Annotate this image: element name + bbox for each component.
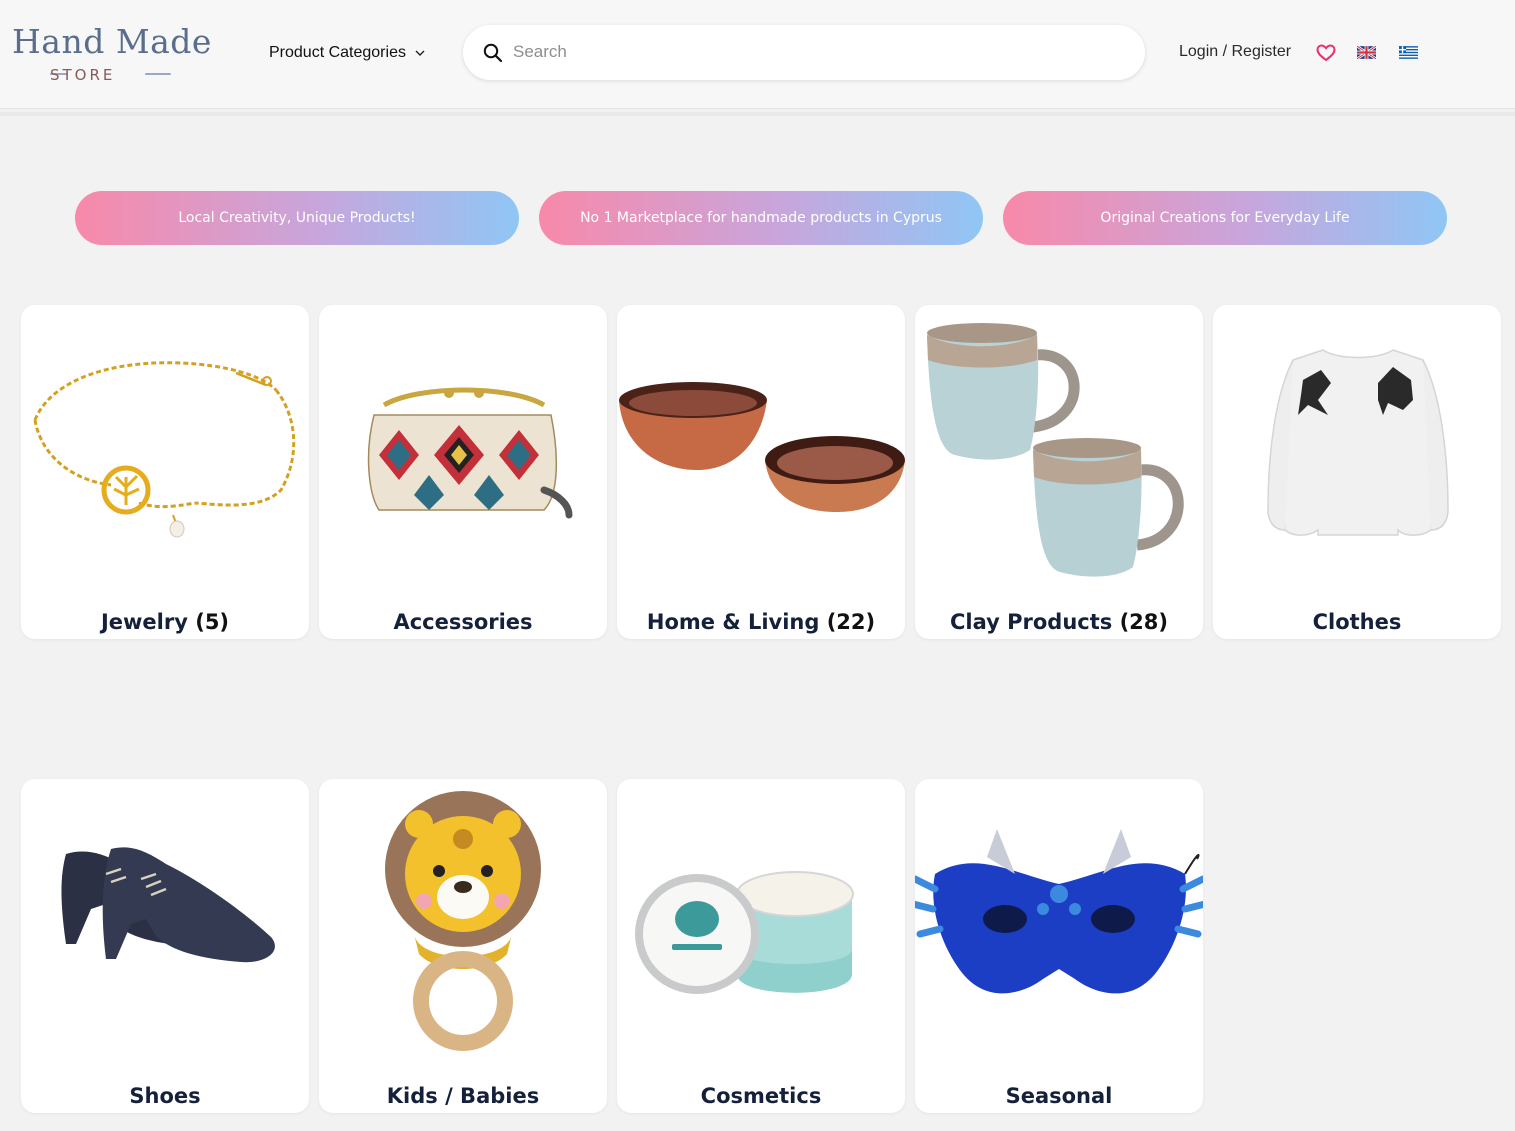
category-label: Kids / Babies	[386, 1084, 540, 1108]
tagline-pill: Original Creations for Everyday Life	[1003, 191, 1447, 245]
mugs-image	[927, 323, 1184, 577]
bowls-image	[619, 382, 905, 512]
category-label: Accessories	[393, 610, 533, 634]
search-icon	[483, 43, 503, 63]
category-card-shoes[interactable]: Shoes	[21, 779, 309, 1113]
tagline-pill: Local Creativity, Unique Products!	[75, 191, 519, 245]
category-label: Shoes	[129, 1084, 201, 1108]
lion-toy-image	[385, 791, 541, 1051]
category-label: Seasonal	[1005, 1084, 1113, 1108]
bracelet-image	[33, 361, 296, 538]
tagline-pill: No 1 Marketplace for handmade products i…	[539, 191, 983, 245]
shoes-image	[61, 847, 275, 963]
chevron-down-icon	[415, 50, 425, 56]
search-input[interactable]	[513, 37, 1113, 67]
store-logo[interactable]: Hand Made STORE	[12, 22, 212, 88]
category-card-jewelry[interactable]: Jewelry (5)	[21, 305, 309, 639]
logo-title: Hand Made	[12, 22, 212, 61]
greek-flag-icon[interactable]	[1399, 46, 1418, 59]
category-label: Cosmetics	[700, 1084, 822, 1108]
category-label: Clothes	[1312, 610, 1402, 634]
product-categories-label: Product Categories	[269, 44, 406, 61]
logo-swirl-right	[145, 73, 171, 75]
category-card-clothes[interactable]: Clothes	[1213, 305, 1501, 639]
category-label: Jewelry (5)	[100, 610, 230, 634]
sweater-image	[1267, 349, 1449, 536]
header-divider	[0, 112, 1515, 116]
category-label: Home & Living (22)	[646, 610, 876, 634]
logo-subtitle: STORE	[50, 66, 116, 84]
category-card-home-living[interactable]: Home & Living (22)	[617, 305, 905, 639]
site-header: Hand Made STORE Product Categories Login…	[0, 0, 1515, 109]
login-register-link[interactable]: Login / Register	[1179, 43, 1291, 61]
search-bar[interactable]	[463, 25, 1145, 80]
category-card-seasonal[interactable]: Seasonal	[915, 779, 1203, 1113]
category-card-clay-products[interactable]: Clay Products (28)	[915, 305, 1203, 639]
uk-flag-icon[interactable]	[1357, 46, 1376, 59]
product-categories-menu[interactable]: Product Categories	[269, 42, 426, 64]
purse-image	[367, 387, 573, 519]
category-card-accessories[interactable]: Accessories	[319, 305, 607, 639]
wishlist-heart-icon[interactable]	[1316, 44, 1336, 62]
dragon-mask-image	[915, 829, 1203, 994]
category-card-kids-babies[interactable]: Kids / Babies	[319, 779, 607, 1113]
category-card-cosmetics[interactable]: Cosmetics	[617, 779, 905, 1113]
category-label: Clay Products (28)	[949, 610, 1168, 634]
cream-jar-image	[635, 871, 854, 994]
